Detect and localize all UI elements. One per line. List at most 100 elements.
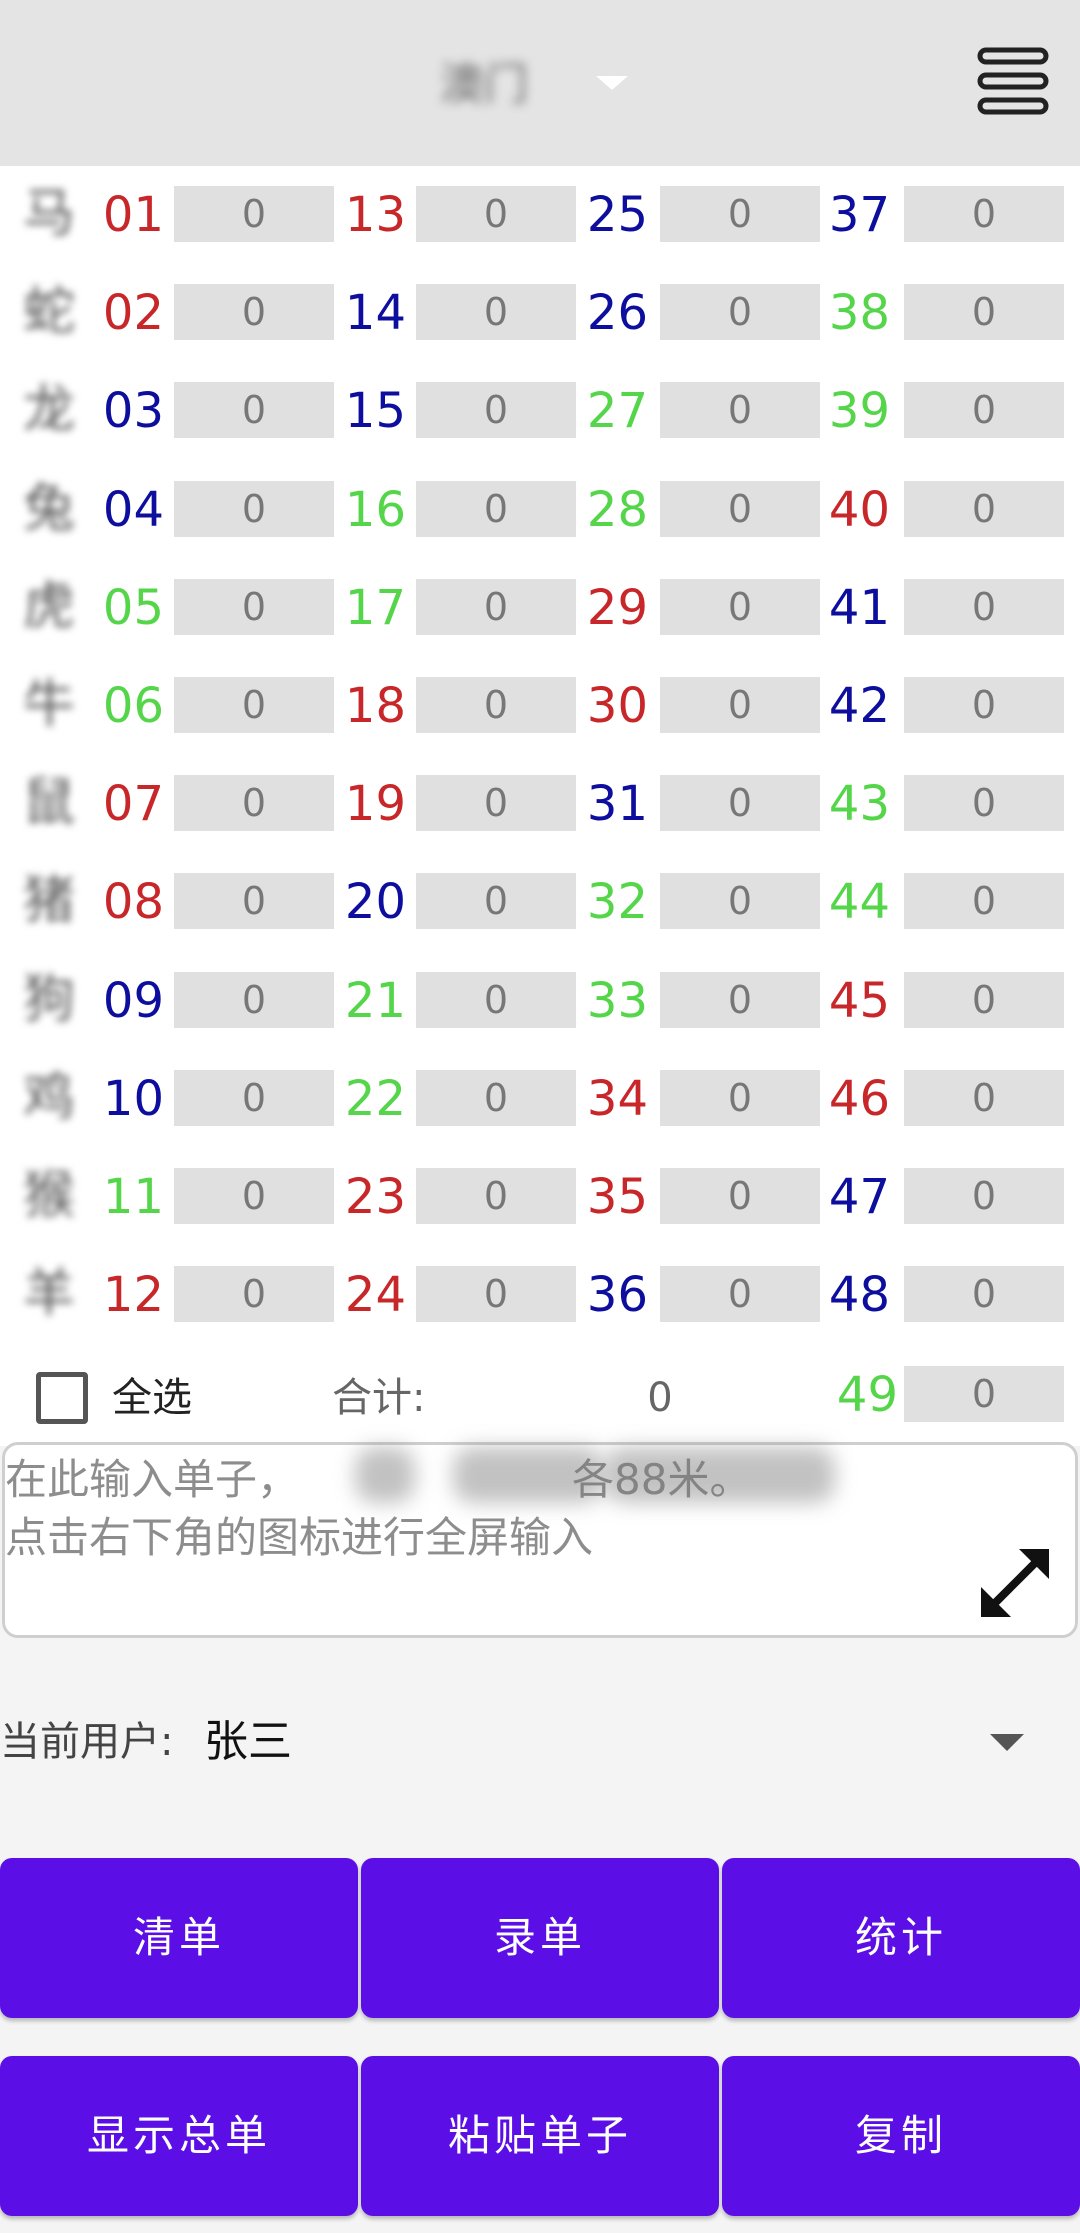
number-label: 18 bbox=[344, 678, 406, 734]
number-label: 11 bbox=[102, 1169, 164, 1225]
number-label: 10 bbox=[102, 1070, 164, 1127]
number-label: 17 bbox=[344, 579, 406, 636]
grid-row: 鸡 10 0 22 0 34 0 46 0 bbox=[0, 1050, 1080, 1148]
number-label: 20 bbox=[344, 874, 406, 931]
grid-row: 龙 03 0 15 0 27 0 39 0 bbox=[0, 362, 1080, 460]
number-label: 03 bbox=[102, 383, 164, 440]
amount-field[interactable]: 0 bbox=[174, 284, 334, 341]
amount-field[interactable]: 0 bbox=[174, 186, 334, 242]
select-all-label[interactable]: 全选 bbox=[112, 1370, 192, 1426]
zodiac-label: 狗 bbox=[22, 969, 75, 1030]
amount-field[interactable]: 0 bbox=[416, 578, 576, 635]
number-label: 05 bbox=[102, 579, 164, 636]
amount-field[interactable]: 0 bbox=[904, 873, 1064, 930]
grid-row: 猪 08 0 20 0 32 0 44 0 bbox=[0, 853, 1080, 951]
amount-field[interactable]: 0 bbox=[174, 578, 334, 635]
amount-field[interactable]: 0 bbox=[174, 1168, 334, 1224]
amount-field[interactable]: 0 bbox=[904, 1069, 1064, 1126]
market-dropdown-icon[interactable] bbox=[596, 76, 628, 90]
zodiac-label: 猴 bbox=[22, 1166, 75, 1226]
amount-field[interactable]: 0 bbox=[660, 677, 820, 733]
amount-field[interactable]: 0 bbox=[416, 775, 576, 832]
market-title[interactable]: 澳门 bbox=[440, 48, 560, 110]
amount-field[interactable]: 0 bbox=[416, 480, 576, 537]
amount-field[interactable]: 0 bbox=[660, 480, 820, 537]
amount-field[interactable]: 0 bbox=[416, 677, 576, 733]
amount-field[interactable]: 0 bbox=[174, 677, 334, 733]
amount-field[interactable]: 0 bbox=[660, 382, 820, 439]
number-label: 38 bbox=[828, 285, 890, 342]
summary-row: 全选 合计: 0 49 0 bbox=[0, 1346, 1080, 1444]
select-all-checkbox[interactable] bbox=[36, 1372, 88, 1424]
amount-field[interactable]: 0 bbox=[660, 971, 820, 1028]
hamburger-icon[interactable] bbox=[976, 44, 1050, 118]
grid-row: 蛇 02 0 14 0 26 0 38 0 bbox=[0, 264, 1080, 362]
amount-field[interactable]: 0 bbox=[904, 382, 1064, 439]
amount-field[interactable]: 0 bbox=[904, 1168, 1064, 1224]
number-label: 31 bbox=[586, 776, 648, 833]
amount-field[interactable]: 0 bbox=[904, 480, 1064, 537]
paste-button[interactable]: 粘贴单子 bbox=[361, 2056, 719, 2216]
current-user-value[interactable]: 张三 bbox=[204, 1712, 292, 1772]
amount-field[interactable]: 0 bbox=[904, 971, 1064, 1028]
amount-field[interactable]: 0 bbox=[660, 1168, 820, 1224]
grid-row: 马 01 0 13 0 25 0 37 0 bbox=[0, 166, 1080, 264]
number-label: 07 bbox=[102, 776, 164, 833]
number-label: 14 bbox=[344, 285, 406, 342]
amount-field[interactable]: 0 bbox=[416, 873, 576, 930]
amount-field[interactable]: 0 bbox=[904, 775, 1064, 832]
current-user-selector[interactable]: 当前用户: 张三 bbox=[0, 1708, 1080, 1778]
zodiac-label: 龙 bbox=[22, 380, 75, 441]
number-label: 36 bbox=[586, 1267, 648, 1324]
record-button[interactable]: 录单 bbox=[361, 1858, 719, 2018]
amount-field[interactable]: 0 bbox=[416, 1168, 576, 1224]
amount-field[interactable]: 0 bbox=[904, 677, 1064, 733]
zodiac-label: 牛 bbox=[22, 675, 75, 735]
amount-field[interactable]: 0 bbox=[174, 480, 334, 537]
amount-field[interactable]: 0 bbox=[416, 971, 576, 1028]
amount-field[interactable]: 0 bbox=[174, 971, 334, 1028]
amount-field[interactable]: 0 bbox=[660, 186, 820, 242]
amount-field[interactable]: 0 bbox=[416, 186, 576, 242]
amount-field[interactable]: 0 bbox=[904, 1266, 1064, 1323]
number-label: 37 bbox=[828, 187, 890, 243]
zodiac-label: 羊 bbox=[22, 1264, 75, 1325]
show-total-button[interactable]: 显示总单 bbox=[0, 2056, 358, 2216]
amount-field[interactable]: 0 bbox=[660, 1266, 820, 1323]
amount-field[interactable]: 0 bbox=[660, 1069, 820, 1126]
amount-field[interactable]: 0 bbox=[416, 1266, 576, 1323]
amount-field[interactable]: 0 bbox=[904, 186, 1064, 242]
amount-field[interactable]: 0 bbox=[416, 1069, 576, 1126]
number-label: 48 bbox=[828, 1267, 890, 1324]
number-label: 30 bbox=[586, 678, 648, 734]
amount-field[interactable]: 0 bbox=[660, 578, 820, 635]
amount-field[interactable]: 0 bbox=[174, 382, 334, 439]
number-label: 27 bbox=[586, 383, 648, 440]
amount-field[interactable]: 0 bbox=[904, 284, 1064, 341]
grid-row: 羊 12 0 24 0 36 0 48 0 bbox=[0, 1246, 1080, 1344]
order-input[interactable]: 在此输入单子， 各88米。 点击右下角的图标进行全屏输入 bbox=[2, 1442, 1078, 1638]
amount-field[interactable]: 0 bbox=[174, 873, 334, 930]
number-label: 42 bbox=[828, 678, 890, 734]
amount-field[interactable]: 0 bbox=[174, 1266, 334, 1323]
number-label: 08 bbox=[102, 874, 164, 931]
grid-row: 兔 04 0 16 0 28 0 40 0 bbox=[0, 461, 1080, 559]
chevron-down-icon[interactable] bbox=[990, 1734, 1024, 1751]
copy-button[interactable]: 复制 bbox=[722, 2056, 1080, 2216]
amount-field[interactable]: 0 bbox=[416, 382, 576, 439]
number-label: 29 bbox=[586, 579, 648, 636]
expand-arrows-icon[interactable] bbox=[975, 1543, 1055, 1623]
zodiac-label: 兔 bbox=[22, 478, 75, 539]
amount-field[interactable]: 0 bbox=[660, 775, 820, 832]
number-label: 16 bbox=[344, 481, 406, 538]
number-label: 01 bbox=[102, 187, 164, 243]
stats-button[interactable]: 统计 bbox=[722, 1858, 1080, 2018]
amount-field[interactable]: 0 bbox=[904, 578, 1064, 635]
clear-button[interactable]: 清单 bbox=[0, 1858, 358, 2018]
amount-field[interactable]: 0 bbox=[174, 1069, 334, 1126]
amount-field[interactable]: 0 bbox=[660, 284, 820, 341]
amount-field[interactable]: 0 bbox=[660, 873, 820, 930]
amount-field[interactable]: 0 bbox=[904, 1366, 1064, 1422]
amount-field[interactable]: 0 bbox=[174, 775, 334, 832]
amount-field[interactable]: 0 bbox=[416, 284, 576, 341]
